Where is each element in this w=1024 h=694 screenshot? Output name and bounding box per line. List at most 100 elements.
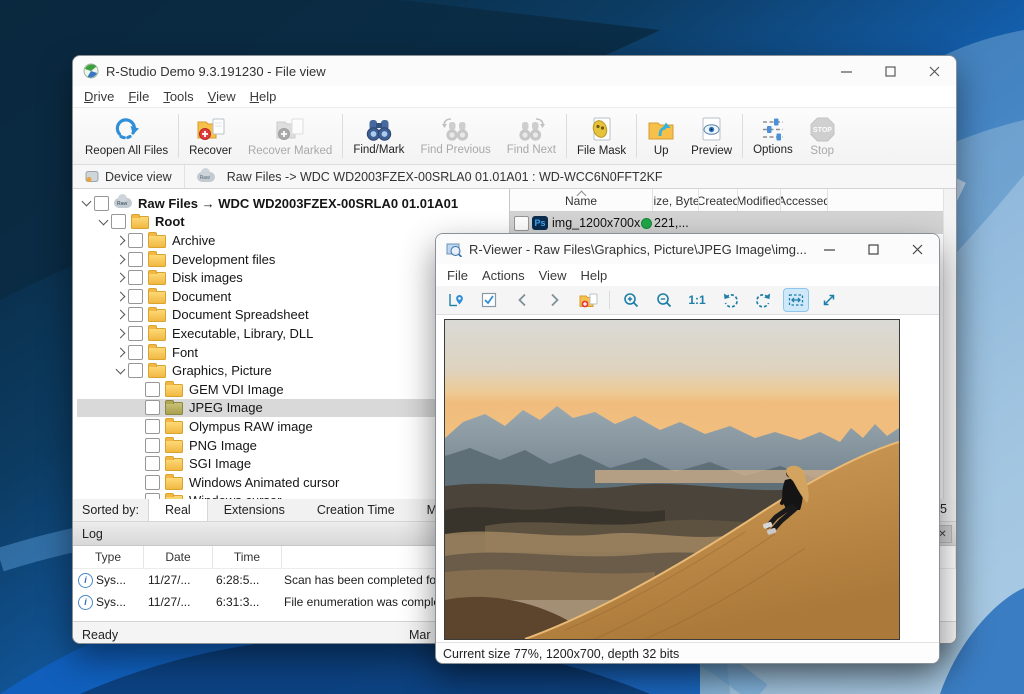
full-screen-button[interactable] bbox=[817, 289, 841, 311]
tab-device-view[interactable]: Device view bbox=[73, 165, 184, 188]
rviewer-content bbox=[436, 315, 939, 642]
toolbar-button-preview[interactable]: Preview bbox=[683, 110, 740, 162]
tree-checkbox[interactable] bbox=[145, 456, 160, 471]
rotate-right-button[interactable] bbox=[751, 289, 775, 311]
maximize-button[interactable] bbox=[851, 234, 895, 264]
recover-file-button[interactable] bbox=[576, 289, 600, 311]
menu-item-help[interactable]: Help bbox=[574, 268, 615, 283]
rotate-left-button[interactable] bbox=[718, 289, 742, 311]
zoom-out-button[interactable] bbox=[652, 289, 676, 311]
actual-size-button[interactable]: 1:1 bbox=[685, 289, 709, 311]
menu-item-tools[interactable]: Tools bbox=[156, 89, 200, 104]
chevron-right-icon[interactable] bbox=[116, 254, 126, 264]
menu-item-file[interactable]: File bbox=[440, 268, 475, 283]
tree-item[interactable]: Root bbox=[77, 213, 509, 232]
file-checkbox[interactable] bbox=[514, 216, 529, 231]
tree-item[interactable]: Raw Files → WDC WD2003FZEX-00SRLA0 01.01… bbox=[77, 194, 509, 213]
tree-expander bbox=[113, 293, 128, 300]
column-header-accessed[interactable]: Accessed bbox=[781, 189, 828, 211]
tree-checkbox[interactable] bbox=[145, 382, 160, 397]
toolbar-button-file-mask[interactable]: File Mask bbox=[569, 110, 634, 162]
tree-item-label: Graphics, Picture bbox=[172, 363, 272, 378]
chevron-right-icon[interactable] bbox=[116, 329, 126, 339]
toolbar-button-recover[interactable]: Recover bbox=[181, 110, 240, 162]
toolbar-button-up[interactable]: Up bbox=[639, 110, 683, 162]
tree-item-label: PNG Image bbox=[189, 438, 257, 453]
next-file-button[interactable] bbox=[543, 289, 567, 311]
file-list-scrollbar[interactable] bbox=[943, 189, 956, 499]
maximize-button[interactable] bbox=[868, 56, 912, 86]
tree-checkbox[interactable] bbox=[128, 345, 143, 360]
rviewer-titlebar: R-Viewer - Raw Files\Graphics, Picture\J… bbox=[436, 234, 939, 264]
chevron-right-icon[interactable] bbox=[116, 273, 126, 283]
close-button[interactable] bbox=[912, 56, 956, 86]
sort-tab-real[interactable]: Real bbox=[148, 499, 208, 521]
column-header-name[interactable]: Name bbox=[510, 189, 653, 211]
column-header-size[interactable]: Size, Bytes bbox=[653, 189, 699, 211]
tree-item-label: Root bbox=[155, 214, 185, 229]
folder-icon bbox=[131, 216, 149, 229]
menu-item-view[interactable]: View bbox=[532, 268, 574, 283]
tree-checkbox[interactable] bbox=[145, 475, 160, 490]
column-header-modified[interactable]: Modified bbox=[738, 189, 781, 211]
tree-checkbox[interactable] bbox=[128, 307, 143, 322]
tree-checkbox[interactable] bbox=[128, 252, 143, 267]
menu-item-help[interactable]: Help bbox=[243, 89, 284, 104]
minimize-button[interactable] bbox=[824, 56, 868, 86]
toolbar-button-reopen-all-files[interactable]: Reopen All Files bbox=[77, 110, 176, 162]
tree-checkbox[interactable] bbox=[128, 363, 143, 378]
file-row[interactable]: Ps img_1200x700x24_00 221,... bbox=[510, 212, 956, 234]
tree-item-label: SGI Image bbox=[189, 456, 251, 471]
desktop: R-Studio Demo 9.3.191230 - File view Dri… bbox=[0, 0, 1024, 694]
toolbar-button-options[interactable]: Options bbox=[745, 110, 801, 162]
column-header-created[interactable]: Created bbox=[699, 189, 738, 211]
chevron-right-icon[interactable] bbox=[116, 310, 126, 320]
menu-item-view[interactable]: View bbox=[201, 89, 243, 104]
close-button[interactable] bbox=[895, 234, 939, 264]
recovery-chance-dot bbox=[641, 218, 652, 229]
tree-checkbox[interactable] bbox=[145, 400, 160, 415]
tree-checkbox[interactable] bbox=[128, 233, 143, 248]
sort-tab-creation-time[interactable]: Creation Time bbox=[301, 499, 411, 521]
toolbar-button-label: Recover Marked bbox=[248, 145, 332, 157]
tree-checkbox[interactable] bbox=[145, 419, 160, 434]
svg-text:STOP: STOP bbox=[813, 127, 832, 134]
rotate-right-icon bbox=[755, 292, 772, 308]
chevron-down-icon[interactable] bbox=[82, 197, 92, 207]
log-column-time[interactable]: Time bbox=[213, 546, 282, 568]
zoom-in-button[interactable] bbox=[619, 289, 643, 311]
rstudio-menubar: Drive File Tools View Help bbox=[73, 86, 956, 107]
tree-expander bbox=[113, 256, 128, 263]
tree-checkbox[interactable] bbox=[111, 214, 126, 229]
tree-checkbox[interactable] bbox=[145, 438, 160, 453]
log-column-type[interactable]: Type bbox=[73, 546, 144, 568]
tree-item-label: Development files bbox=[172, 252, 275, 267]
chevron-right-icon[interactable] bbox=[116, 347, 126, 357]
goto-position-button[interactable] bbox=[444, 289, 468, 311]
mark-file-button[interactable] bbox=[477, 289, 501, 311]
chevron-down-icon[interactable] bbox=[99, 215, 109, 225]
minimize-button[interactable] bbox=[807, 234, 851, 264]
log-column-date[interactable]: Date bbox=[144, 546, 213, 568]
previous-file-button[interactable] bbox=[510, 289, 534, 311]
chevron-right-icon[interactable] bbox=[116, 236, 126, 246]
rviewer-status-bar: Current size 77%, 1200x700, depth 32 bit… bbox=[436, 642, 939, 664]
rviewer-menubar: File Actions View Help bbox=[436, 264, 939, 286]
tab-raw-files[interactable]: Raw Files -> WDC WD2003FZEX-00SRLA0 01.0… bbox=[184, 165, 675, 188]
tree-checkbox[interactable] bbox=[128, 289, 143, 304]
fit-to-window-button[interactable] bbox=[784, 289, 808, 311]
chevron-right-icon[interactable] bbox=[116, 291, 126, 301]
menu-item-actions[interactable]: Actions bbox=[475, 268, 532, 283]
folder-icon bbox=[148, 347, 166, 360]
tree-checkbox[interactable] bbox=[128, 270, 143, 285]
zoom-in-icon bbox=[623, 292, 639, 308]
toolbar-separator bbox=[742, 114, 743, 158]
tree-checkbox[interactable] bbox=[94, 196, 109, 211]
menu-item-drive[interactable]: Drive bbox=[77, 89, 121, 104]
tree-checkbox[interactable] bbox=[128, 326, 143, 341]
sort-tab-extensions[interactable]: Extensions bbox=[208, 499, 301, 521]
toolbar-button-find-mark[interactable]: Find/Mark bbox=[345, 110, 412, 162]
tree-expander bbox=[113, 369, 128, 373]
chevron-down-icon[interactable] bbox=[116, 364, 126, 374]
menu-item-file[interactable]: File bbox=[121, 89, 156, 104]
